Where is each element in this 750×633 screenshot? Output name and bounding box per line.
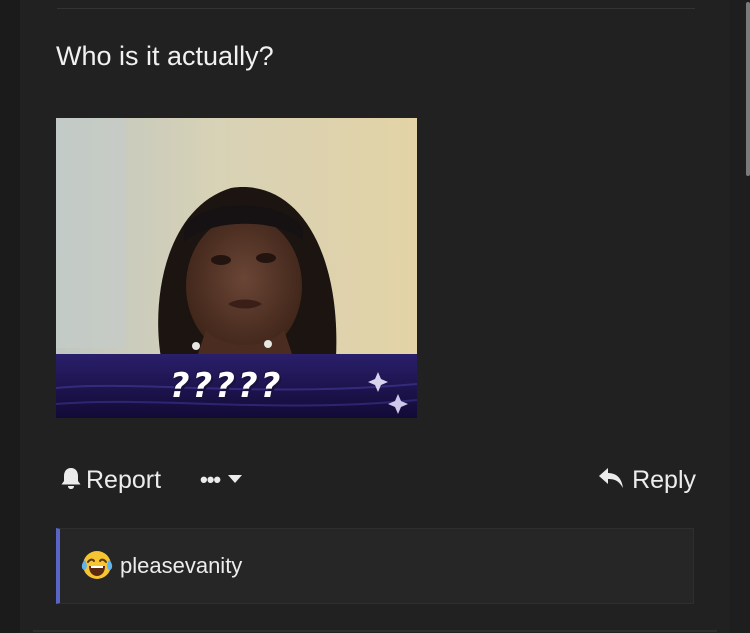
reply-arrow-icon (598, 467, 624, 494)
top-divider (57, 8, 695, 9)
report-label: Report (86, 465, 162, 494)
scrollbar-track[interactable] (730, 0, 750, 633)
bell-icon (60, 466, 82, 495)
report-button[interactable]: Report (60, 460, 161, 500)
ellipsis-icon: ••• (200, 467, 221, 492)
reply-button[interactable]: Reply (598, 460, 696, 500)
more-options-button[interactable]: ••• (200, 460, 243, 500)
post-text: Who is it actually? (56, 41, 274, 71)
bottom-divider (33, 630, 717, 632)
reaction-username[interactable]: pleasevanity (120, 553, 242, 579)
chevron-down-icon (228, 471, 243, 489)
reaction-summary[interactable]: pleasevanity (56, 528, 694, 604)
scrollbar-thumb[interactable] (746, 2, 750, 176)
image-caption-text: ????? (169, 366, 284, 406)
reply-label: Reply (632, 465, 696, 494)
tears-of-joy-emoji-icon (81, 549, 113, 586)
post-panel: Who is it actually? ????? Report ••• Rep… (20, 0, 730, 633)
post-actions-bar: Report ••• Reply (60, 460, 696, 500)
reaction-gif-image[interactable]: ????? (56, 118, 417, 418)
left-gutter (0, 0, 20, 633)
